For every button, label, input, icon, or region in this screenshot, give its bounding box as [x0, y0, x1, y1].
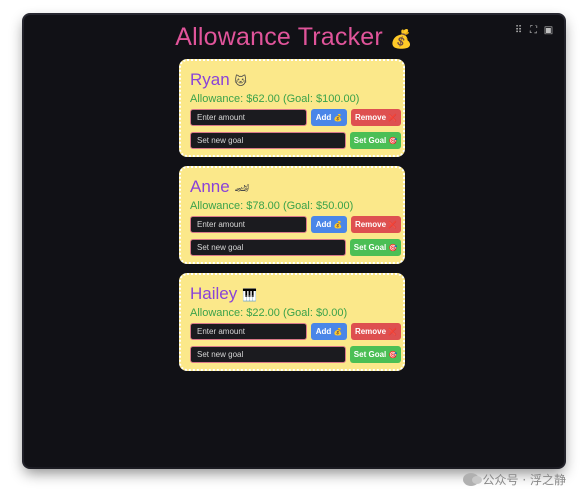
allowance-text: Allowance: $78.00 (Goal: $50.00) [190, 200, 354, 212]
watermark: 公众号 · 浮之静 [462, 471, 566, 488]
set-goal-button-label: Set Goal [353, 136, 387, 145]
money-bag-icon: 💰 [390, 29, 413, 50]
app-window: ⠿ ⛶ ▣ Allowance Tracker 💰 Ryan 🐱 Allowan… [24, 15, 564, 467]
add-button-label: Add [315, 327, 332, 336]
kid-card-hailey: Hailey 🎹 Allowance: $22.00 (Goal: $0.00)… [179, 273, 405, 371]
add-button-label: Add [315, 113, 332, 122]
amount-input[interactable]: Enter amount [190, 323, 307, 340]
remove-button[interactable]: Remove ❌ [351, 109, 401, 126]
page-title-text: Allowance Tracker [175, 23, 383, 51]
target-icon: 🎯 [388, 244, 398, 252]
allowance-text: Allowance: $22.00 (Goal: $0.00) [190, 307, 348, 319]
set-goal-button-label: Set Goal [353, 350, 387, 359]
target-icon: 🎯 [388, 351, 398, 359]
add-button[interactable]: Add 💰 [311, 109, 347, 126]
goal-input[interactable]: Set new goal [190, 346, 346, 363]
piano-icon: 🎹 [241, 288, 257, 302]
kid-name: Hailey 🎹 [190, 284, 257, 304]
wechat-icon [462, 473, 482, 486]
goal-input[interactable]: Set new goal [190, 239, 346, 256]
remove-button-label: Remove [354, 113, 387, 122]
add-button[interactable]: Add 💰 [311, 216, 347, 233]
remove-button[interactable]: Remove ❌ [351, 216, 401, 233]
page-title: Allowance Tracker 💰 [24, 23, 564, 52]
amount-input[interactable]: Enter amount [190, 109, 307, 126]
set-goal-button[interactable]: Set Goal 🎯 [350, 346, 401, 363]
allowance-text: Allowance: $62.00 (Goal: $100.00) [190, 93, 360, 105]
kid-name-text: Ryan [190, 70, 230, 89]
cross-icon: ❌ [388, 114, 398, 122]
set-goal-button[interactable]: Set Goal 🎯 [350, 132, 401, 149]
target-icon: 🎯 [388, 137, 398, 145]
add-button-label: Add [315, 220, 332, 229]
kid-name: Ryan 🐱 [190, 70, 247, 90]
money-bag-icon: 💰 [333, 328, 343, 336]
kid-card-anne: Anne 🏎 Allowance: $78.00 (Goal: $50.00) … [179, 166, 405, 264]
add-button[interactable]: Add 💰 [311, 323, 347, 340]
race-car-icon: 🏎 [234, 181, 250, 195]
remove-button-label: Remove [354, 220, 387, 229]
amount-input[interactable]: Enter amount [190, 216, 307, 233]
goal-input[interactable]: Set new goal [190, 132, 346, 149]
set-goal-button-label: Set Goal [353, 243, 387, 252]
kid-name-text: Hailey [190, 284, 238, 303]
set-goal-button[interactable]: Set Goal 🎯 [350, 239, 401, 256]
money-bag-icon: 💰 [333, 114, 343, 122]
remove-button[interactable]: Remove ❌ [351, 323, 401, 340]
money-bag-icon: 💰 [333, 221, 343, 229]
cross-icon: ❌ [388, 221, 398, 229]
kid-name: Anne 🏎 [190, 177, 250, 197]
watermark-text: 公众号 · 浮之静 [482, 473, 566, 487]
remove-button-label: Remove [354, 327, 387, 336]
cross-icon: ❌ [388, 328, 398, 336]
kid-name-text: Anne [190, 177, 230, 196]
cat-icon: 🐱 [234, 74, 247, 88]
kid-card-ryan: Ryan 🐱 Allowance: $62.00 (Goal: $100.00)… [179, 59, 405, 157]
